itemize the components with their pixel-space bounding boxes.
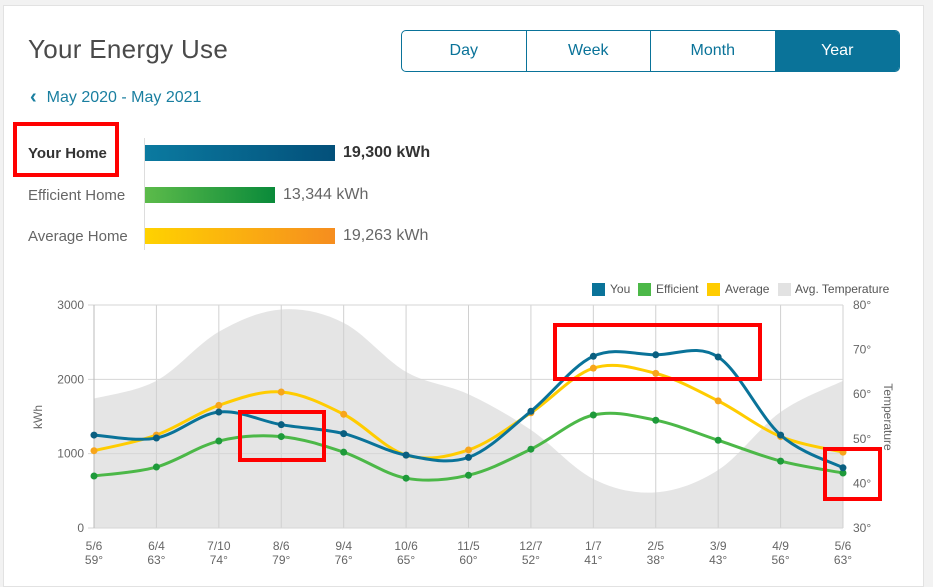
- x-tick-label: 5/6: [835, 539, 852, 553]
- data-point-average[interactable]: [714, 397, 722, 405]
- data-point-average[interactable]: [652, 369, 660, 377]
- x-tick-temperature: 41°: [584, 553, 602, 567]
- x-tick-label: 3/9: [710, 539, 727, 553]
- data-point-efficient[interactable]: [402, 474, 410, 482]
- data-point-you[interactable]: [589, 352, 597, 360]
- data-point-you[interactable]: [777, 431, 785, 439]
- x-tick-temperature: 63°: [834, 553, 852, 567]
- data-point-efficient[interactable]: [277, 433, 285, 441]
- x-tick-label: 11/5: [457, 539, 480, 553]
- y2-tick-label: 60°: [853, 387, 871, 401]
- x-tick-label: 1/7: [585, 539, 602, 553]
- y-tick-label: 2000: [57, 372, 84, 386]
- x-tick-label: 6/4: [148, 539, 165, 553]
- data-point-average[interactable]: [589, 364, 597, 372]
- data-point-you[interactable]: [652, 351, 660, 359]
- chart-legend: You Efficient Average Avg. Temperature: [592, 282, 890, 296]
- y2-tick-label: 70°: [853, 343, 871, 357]
- y2-axis-label: Temperature: [881, 383, 895, 451]
- x-tick-temperature: 74°: [210, 553, 228, 567]
- data-point-you[interactable]: [90, 431, 98, 439]
- legend-swatch-you[interactable]: [592, 283, 605, 296]
- x-tick-temperature: 76°: [335, 553, 353, 567]
- energy-chart: 010002000300030°40°50°60°70°80°5/659°6/4…: [31, 282, 895, 567]
- data-point-efficient[interactable]: [714, 436, 722, 444]
- x-tick-label: 2/5: [647, 539, 664, 553]
- data-point-you[interactable]: [277, 421, 285, 429]
- x-tick-label: 8/6: [273, 539, 290, 553]
- x-tick-temperature: 65°: [397, 553, 415, 567]
- y-tick-label: 1000: [57, 447, 84, 461]
- legend-average[interactable]: Average: [725, 282, 770, 296]
- data-point-efficient[interactable]: [777, 457, 785, 465]
- data-point-efficient[interactable]: [90, 472, 98, 480]
- y2-tick-label: 40°: [853, 476, 871, 490]
- data-point-you[interactable]: [714, 353, 722, 361]
- x-tick-label: 9/4: [335, 539, 352, 553]
- data-point-you[interactable]: [402, 451, 410, 459]
- data-point-average[interactable]: [465, 446, 472, 454]
- data-point-average[interactable]: [277, 388, 285, 396]
- x-tick-temperature: 60°: [459, 553, 477, 567]
- legend-efficient[interactable]: Efficient: [656, 282, 699, 296]
- data-point-efficient[interactable]: [465, 471, 472, 479]
- y2-tick-label: 50°: [853, 432, 871, 446]
- x-tick-temperature: 56°: [772, 553, 790, 567]
- data-point-efficient[interactable]: [652, 416, 660, 424]
- y-tick-label: 3000: [57, 298, 84, 312]
- data-point-efficient[interactable]: [527, 445, 535, 453]
- y2-tick-label: 80°: [853, 298, 871, 312]
- data-point-you[interactable]: [465, 453, 472, 461]
- data-point-you[interactable]: [152, 434, 160, 442]
- data-point-efficient[interactable]: [340, 448, 348, 456]
- y-tick-label: 0: [77, 521, 84, 535]
- data-point-you[interactable]: [215, 408, 223, 416]
- x-tick-label: 5/6: [86, 539, 103, 553]
- x-tick-temperature: 63°: [147, 553, 165, 567]
- y-axis-label: kWh: [31, 405, 45, 429]
- data-point-you[interactable]: [839, 464, 847, 472]
- data-point-efficient[interactable]: [152, 463, 160, 471]
- data-point-efficient[interactable]: [215, 437, 223, 445]
- x-tick-label: 4/9: [772, 539, 789, 553]
- data-point-you[interactable]: [527, 407, 535, 415]
- x-tick-temperature: 52°: [522, 553, 540, 567]
- x-tick-temperature: 43°: [709, 553, 727, 567]
- x-tick-temperature: 79°: [272, 553, 290, 567]
- data-point-efficient[interactable]: [589, 411, 597, 419]
- x-tick-temperature: 59°: [85, 553, 103, 567]
- legend-swatch-efficient[interactable]: [638, 283, 651, 296]
- data-point-average[interactable]: [839, 448, 847, 456]
- x-tick-label: 10/6: [394, 539, 418, 553]
- x-tick-label: 12/7: [519, 539, 543, 553]
- y2-tick-label: 30°: [853, 521, 871, 535]
- data-point-you[interactable]: [340, 430, 348, 438]
- legend-swatch-average[interactable]: [707, 283, 720, 296]
- legend-swatch-temperature[interactable]: [778, 283, 791, 296]
- data-point-average[interactable]: [90, 447, 98, 455]
- data-point-average[interactable]: [215, 401, 223, 409]
- legend-you[interactable]: You: [610, 282, 630, 296]
- legend-temperature[interactable]: Avg. Temperature: [795, 282, 890, 296]
- data-point-average[interactable]: [340, 410, 348, 418]
- x-tick-label: 7/10: [207, 539, 231, 553]
- x-tick-temperature: 38°: [647, 553, 665, 567]
